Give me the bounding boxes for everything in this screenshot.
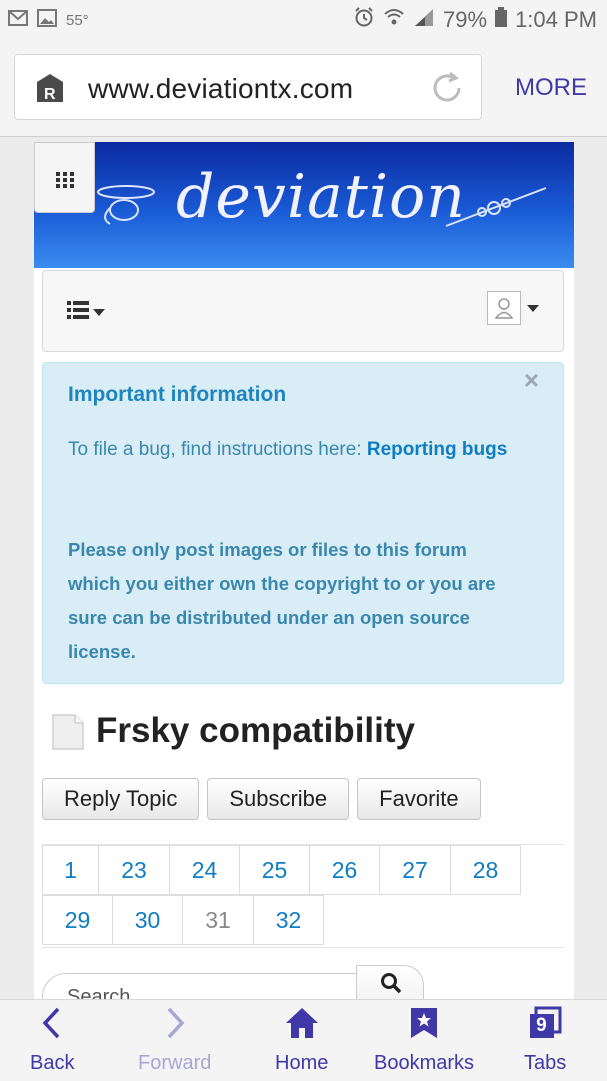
battery-icon — [495, 7, 508, 33]
user-chevron-down-icon[interactable] — [527, 305, 539, 312]
main-menu-button[interactable] — [34, 142, 95, 213]
forward-button[interactable]: Forward — [138, 1006, 211, 1075]
topic-title: Frsky compatibility — [96, 711, 415, 750]
tabs-button[interactable]: 9 Tabs — [524, 1006, 566, 1075]
signal-icon — [413, 7, 435, 33]
site-banner: deviation — [34, 142, 574, 268]
list-icon — [67, 301, 89, 324]
page-link[interactable]: 24 — [169, 845, 240, 895]
mail-icon — [8, 10, 28, 30]
home-button[interactable]: Home — [275, 1006, 328, 1075]
chevron-left-icon — [40, 1007, 64, 1045]
topic-actions: Reply Topic Subscribe Favorite — [42, 778, 481, 820]
info-alert: × Important information To file a bug, f… — [42, 362, 564, 684]
status-left: 55° — [8, 9, 89, 31]
url-bar[interactable]: R www.deviationtx.com — [14, 54, 482, 120]
chevron-down-icon — [93, 309, 105, 316]
temperature-text: 55° — [66, 11, 89, 29]
alert-notice: Please only post images or files to this… — [68, 539, 496, 662]
pagination: 1 23 24 25 26 27 28 29 30 31 32 — [42, 844, 564, 948]
user-icon — [494, 297, 514, 324]
web-page: deviation × Important information To fil… — [34, 142, 574, 1002]
browser-bottom-bar: Back Forward Home Bookmarks 9 Tabs — [0, 999, 607, 1081]
search-form: Search — [42, 965, 442, 1002]
reporting-bugs-link[interactable]: Reporting bugs — [367, 439, 507, 460]
forum-menu-dropdown[interactable] — [67, 301, 105, 324]
search-icon — [380, 972, 402, 999]
alert-intro: To file a bug, find instructions here: — [68, 439, 367, 460]
page-link[interactable]: 25 — [239, 845, 310, 895]
page-link[interactable]: 29 — [42, 895, 113, 945]
page-link[interactable]: 26 — [309, 845, 380, 895]
helicopter-decoration-icon — [96, 180, 158, 235]
home-label: Home — [275, 1052, 329, 1074]
battery-percent: 79% — [443, 7, 488, 32]
favorite-button[interactable]: Favorite — [357, 778, 481, 820]
site-favicon-icon: R — [37, 74, 63, 103]
page-link[interactable]: 30 — [112, 895, 183, 945]
grid-icon — [56, 172, 74, 193]
chevron-right-icon — [163, 1007, 187, 1045]
status-right: 79% 1:04 PM — [353, 6, 597, 34]
back-button[interactable]: Back — [30, 1006, 74, 1075]
forward-label: Forward — [138, 1052, 212, 1074]
transmitter-decoration-icon — [442, 182, 552, 237]
tabs-label: Tabs — [524, 1052, 567, 1074]
alarm-icon — [353, 6, 375, 34]
back-label: Back — [30, 1052, 75, 1074]
page-link[interactable]: 23 — [98, 845, 170, 895]
status-bar: 55° 79% 1:04 PM — [0, 0, 607, 40]
bookmark-star-icon — [409, 1008, 439, 1045]
user-menu-button[interactable] — [487, 291, 521, 325]
bookmarks-button[interactable]: Bookmarks — [374, 1006, 474, 1075]
browser-toolbar: R www.deviationtx.com MORE — [0, 40, 607, 137]
page-link[interactable]: 27 — [379, 845, 451, 895]
image-icon — [37, 9, 57, 31]
search-input[interactable]: Search — [42, 973, 358, 1002]
reply-topic-button[interactable]: Reply Topic — [42, 778, 200, 820]
more-button[interactable]: MORE — [515, 74, 587, 102]
url-text: www.deviationtx.com — [88, 73, 354, 104]
alert-bug-text: To file a bug, find instructions here: R… — [68, 433, 508, 467]
current-page: 31 — [182, 895, 254, 945]
close-icon[interactable]: × — [524, 365, 539, 396]
clock-text: 1:04 PM — [515, 7, 597, 32]
page-link[interactable]: 1 — [42, 845, 99, 895]
home-icon — [284, 1008, 320, 1045]
document-icon — [52, 714, 84, 750]
page-link[interactable]: 28 — [450, 845, 521, 895]
tabs-icon: 9 — [526, 1006, 564, 1040]
svg-text:R: R — [44, 86, 56, 102]
page-link[interactable]: 32 — [253, 895, 324, 945]
tab-count: 9 — [536, 1015, 547, 1036]
subscribe-button[interactable]: Subscribe — [207, 778, 350, 820]
wifi-icon — [383, 7, 405, 33]
bookmarks-label: Bookmarks — [374, 1052, 475, 1074]
site-logo[interactable]: deviation — [176, 162, 466, 232]
forum-navbar — [42, 270, 564, 352]
reload-icon[interactable] — [429, 70, 465, 111]
alert-title: Important information — [68, 383, 287, 406]
search-button[interactable] — [356, 965, 424, 1002]
